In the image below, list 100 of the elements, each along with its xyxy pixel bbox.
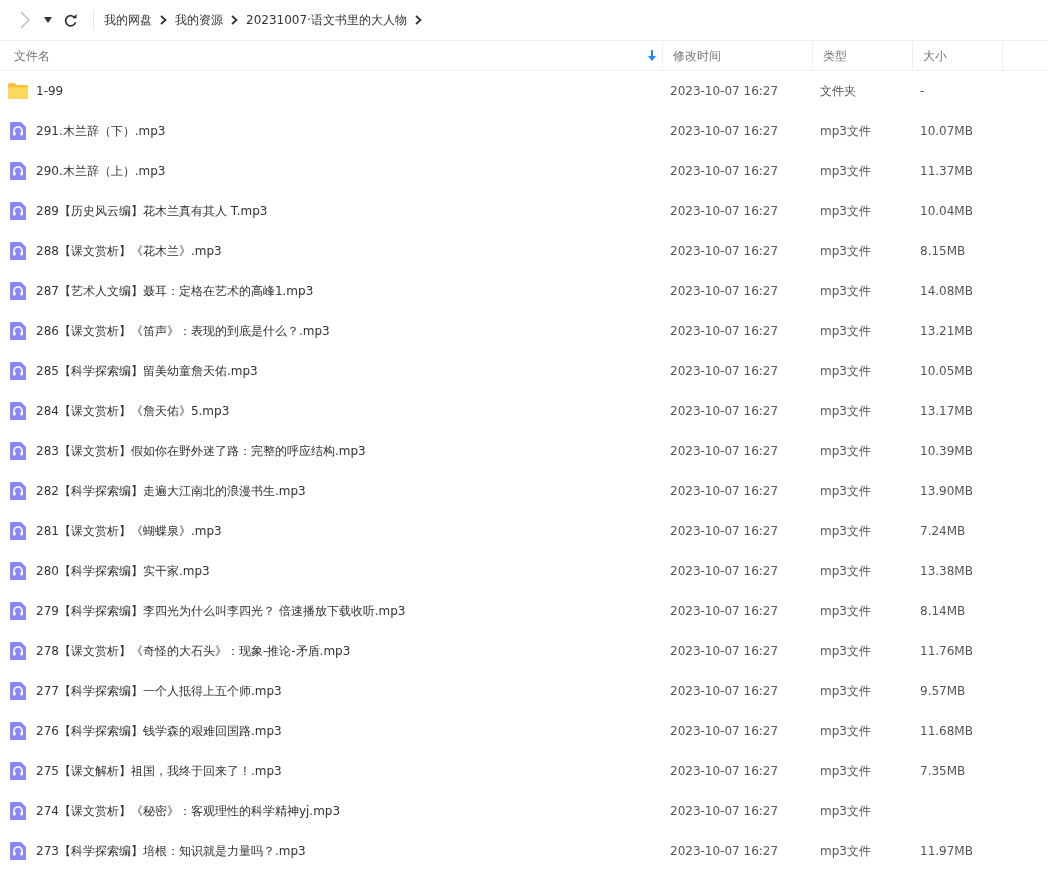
file-name[interactable]: 273【科学探索编】培根：知识就是力量吗？.mp3: [36, 842, 306, 860]
headphones-file-icon: [8, 601, 28, 621]
headphones-file-icon: [8, 721, 28, 741]
file-size: 13.17MB: [919, 404, 973, 418]
modified-time: 2023-10-07 16:27: [669, 364, 779, 378]
file-size: 13.38MB: [919, 564, 973, 578]
file-size: 10.05MB: [919, 364, 973, 378]
file-name[interactable]: 287【艺术人文编】聂耳：定格在艺术的高峰1.mp3: [36, 282, 314, 300]
file-type: mp3文件: [819, 324, 871, 338]
file-size: 9.57MB: [919, 684, 966, 698]
file-type: mp3文件: [819, 524, 871, 538]
file-type: mp3文件: [819, 484, 871, 498]
file-size: 8.14MB: [919, 604, 966, 618]
file-name[interactable]: 280【科学探索编】实干家.mp3: [36, 562, 210, 580]
headphones-file-icon: [8, 121, 28, 141]
modified-time: 2023-10-07 16:27: [669, 844, 779, 858]
column-header[interactable]: 大小: [923, 46, 947, 65]
headphones-file-icon: [8, 201, 28, 221]
modified-time: 2023-10-07 16:27: [669, 404, 779, 418]
file-name[interactable]: 276【科学探索编】钱学森的艰难回国路.mp3: [36, 722, 282, 740]
file-name[interactable]: 289【历史风云编】花木兰真有其人 T.mp3: [36, 202, 268, 220]
file-type: mp3文件: [819, 284, 871, 298]
headphones-file-icon: [8, 401, 28, 421]
headphones-file-icon: [8, 841, 28, 861]
file-type: mp3文件: [819, 644, 871, 658]
headphones-file-icon: [8, 521, 28, 541]
dropdown-icon[interactable]: [44, 17, 52, 23]
file-size: 13.21MB: [919, 324, 973, 338]
column-header[interactable]: 修改时间: [673, 46, 721, 65]
headphones-file-icon: [8, 641, 28, 661]
file-name[interactable]: 274【课文赏析】《秘密》：客观理性的科学精神yj.mp3: [36, 802, 341, 820]
sort-arrow-icon[interactable]: [648, 50, 656, 61]
file-size: 13.90MB: [919, 484, 973, 498]
headphones-file-icon: [8, 161, 28, 181]
modified-time: 2023-10-07 16:27: [669, 564, 779, 578]
modified-time: 2023-10-07 16:27: [669, 324, 779, 338]
column-header[interactable]: 文件名: [14, 46, 50, 65]
file-size: 11.76MB: [919, 644, 973, 658]
modified-time: 2023-10-07 16:27: [669, 244, 779, 258]
file-name[interactable]: 290.木兰辞（上）.mp3: [36, 162, 166, 180]
file-type: mp3文件: [819, 364, 871, 378]
modified-time: 2023-10-07 16:27: [669, 684, 779, 698]
modified-time: 2023-10-07 16:27: [669, 524, 779, 538]
modified-time: 2023-10-07 16:27: [669, 764, 779, 778]
file-type: mp3文件: [819, 204, 871, 218]
file-type: 文件夹: [819, 84, 856, 98]
file-type: mp3文件: [819, 684, 871, 698]
file-size: 11.68MB: [919, 724, 973, 738]
breadcrumb-link[interactable]: 我的网盘: [104, 11, 152, 29]
file-type: mp3文件: [819, 724, 871, 738]
file-type: mp3文件: [819, 124, 871, 138]
file-type: mp3文件: [819, 164, 871, 178]
column-header[interactable]: 类型: [823, 46, 847, 65]
file-size: 10.39MB: [919, 444, 973, 458]
modified-time: 2023-10-07 16:27: [669, 164, 779, 178]
modified-time: 2023-10-07 16:27: [669, 204, 779, 218]
file-name[interactable]: 277【科学探索编】一个人抵得上五个师.mp3: [36, 682, 282, 700]
modified-time: 2023-10-07 16:27: [669, 284, 779, 298]
modified-time: 2023-10-07 16:27: [669, 444, 779, 458]
headphones-file-icon: [8, 321, 28, 341]
file-type: mp3文件: [819, 244, 871, 258]
modified-time: 2023-10-07 16:27: [669, 804, 779, 818]
file-name[interactable]: 1-99: [36, 82, 64, 100]
modified-time: 2023-10-07 16:27: [669, 724, 779, 738]
file-size: -: [919, 84, 925, 98]
file-name[interactable]: 275【课文解析】祖国，我终于回来了！.mp3: [36, 762, 282, 780]
breadcrumb-link[interactable]: 我的资源: [175, 11, 223, 29]
file-type: mp3文件: [819, 604, 871, 618]
file-name[interactable]: 291.木兰辞（下）.mp3: [36, 122, 166, 140]
file-name[interactable]: 278【课文赏析】《奇怪的大石头》：现象-推论-矛盾.mp3: [36, 642, 351, 660]
modified-time: 2023-10-07 16:27: [669, 124, 779, 138]
file-type: mp3文件: [819, 844, 871, 858]
modified-time: 2023-10-07 16:27: [669, 644, 779, 658]
headphones-file-icon: [8, 561, 28, 581]
breadcrumb-link[interactable]: 20231007·语文书里的大人物: [246, 11, 407, 29]
chevron-icon: [414, 15, 422, 25]
headphones-file-icon: [8, 761, 28, 781]
file-name[interactable]: 282【科学探索编】走遍大江南北的浪漫书生.mp3: [36, 482, 306, 500]
folder-icon: [8, 81, 28, 101]
file-name[interactable]: 286【课文赏析】《笛声》：表现的到底是什么？.mp3: [36, 322, 330, 340]
headphones-file-icon: [8, 361, 28, 381]
file-name[interactable]: 281【课文赏析】《蝴蝶泉》.mp3: [36, 522, 222, 540]
file-size: 11.37MB: [919, 164, 973, 178]
modified-time: 2023-10-07 16:27: [669, 84, 779, 98]
file-size: 7.35MB: [919, 764, 966, 778]
file-name[interactable]: 285【科学探索编】留美幼童詹天佑.mp3: [36, 362, 258, 380]
file-name[interactable]: 288【课文赏析】《花木兰》.mp3: [36, 242, 222, 260]
headphones-file-icon: [8, 241, 28, 261]
headphones-file-icon: [8, 681, 28, 701]
headphones-file-icon: [8, 481, 28, 501]
file-size: 8.15MB: [919, 244, 966, 258]
file-type: mp3文件: [819, 804, 871, 818]
headphones-file-icon: [8, 801, 28, 821]
file-name[interactable]: 279【科学探索编】李四光为什么叫李四光？ 倍速播放下载收听.mp3: [36, 602, 406, 620]
chevron-icon: [231, 15, 238, 25]
headphones-file-icon: [8, 441, 28, 461]
file-name[interactable]: 284【课文赏析】《詹天佑》5.mp3: [36, 402, 230, 420]
file-name[interactable]: 283【课文赏析】假如你在野外迷了路：完整的呼应结构.mp3: [36, 442, 366, 460]
refresh-icon[interactable]: [64, 13, 77, 27]
file-size: 7.24MB: [919, 524, 966, 538]
